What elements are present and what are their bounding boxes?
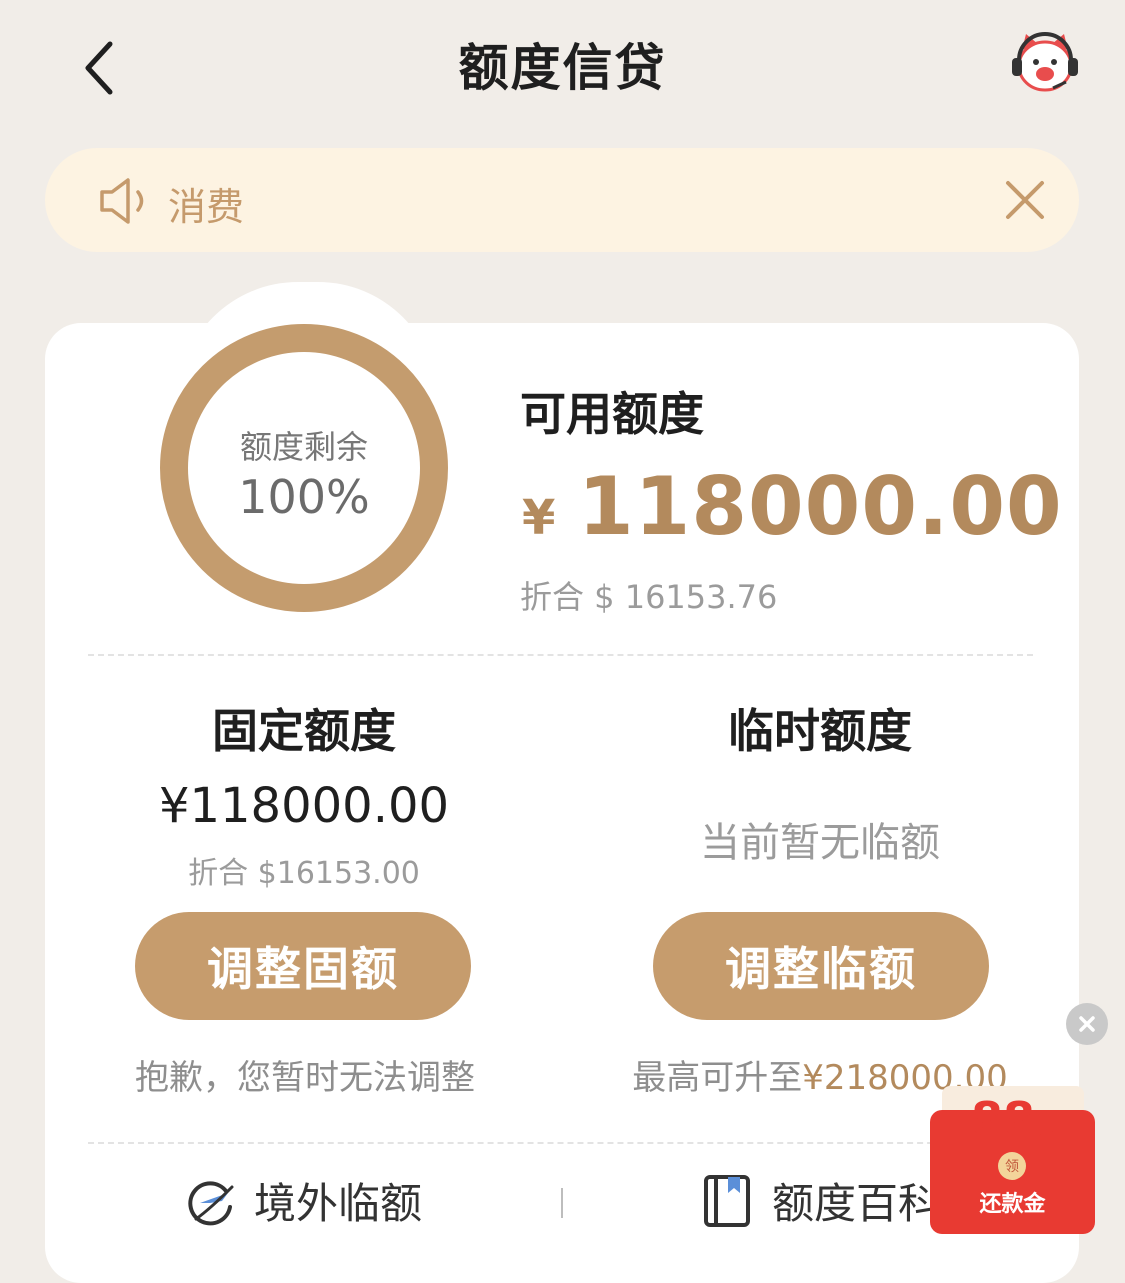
- close-circle-icon: [1079, 1016, 1095, 1032]
- temp-status: 当前暂无临额: [700, 820, 940, 866]
- promo-label: 还款金: [979, 1192, 1046, 1217]
- available-amount: 118000.00: [578, 460, 1063, 553]
- credit-wiki-link[interactable]: 额度百科: [702, 1170, 940, 1231]
- page-title: 额度信贷: [458, 39, 667, 97]
- notice-text: 消费: [168, 185, 245, 229]
- fixed-note: 抱歉，您暂时无法调整: [135, 1058, 475, 1098]
- temp-note-prefix: 最高可升至: [632, 1058, 803, 1098]
- customer-service-button[interactable]: [1008, 30, 1082, 98]
- speaker-icon: [100, 178, 144, 224]
- wiki-link-label: 额度百科: [772, 1179, 941, 1228]
- divider: [88, 1142, 1033, 1144]
- fixed-title: 固定额度: [212, 704, 396, 758]
- available-title: 可用额度: [520, 387, 704, 441]
- adjust-temp-button[interactable]: 调整临额: [653, 912, 989, 1020]
- promo-amount: 88元: [942, 1092, 1084, 1146]
- overseas-temp-link[interactable]: 境外临额: [182, 1170, 422, 1231]
- ring-label: 额度剩余: [239, 428, 368, 466]
- overseas-link-label: 境外临额: [254, 1179, 423, 1228]
- promo-seal-icon: 领: [998, 1152, 1026, 1180]
- plane-globe-icon: [188, 1180, 234, 1225]
- ring-percent: 100%: [238, 470, 370, 524]
- available-usd-equiv: 折合 $ 16153.76: [520, 578, 778, 616]
- promo-amount-unit: 元: [1035, 1116, 1055, 1140]
- promo-close-button[interactable]: [1066, 1003, 1108, 1045]
- promo-amount-value: 88: [970, 1092, 1035, 1146]
- remaining-ring: [160, 324, 448, 612]
- divider: [88, 654, 1033, 656]
- close-icon: [1006, 181, 1044, 219]
- notice-close-button[interactable]: [1000, 175, 1050, 225]
- fixed-amount: ¥118000.00: [158, 778, 450, 834]
- link-separator: [561, 1188, 563, 1218]
- temp-title: 临时额度: [728, 704, 912, 758]
- fixed-usd-equiv: 折合 $16153.00: [188, 856, 420, 891]
- adjust-fixed-button[interactable]: 调整固额: [135, 912, 471, 1020]
- currency-symbol: ¥: [522, 490, 556, 546]
- cat-headset-icon: [1012, 32, 1078, 92]
- book-icon: [704, 1174, 750, 1227]
